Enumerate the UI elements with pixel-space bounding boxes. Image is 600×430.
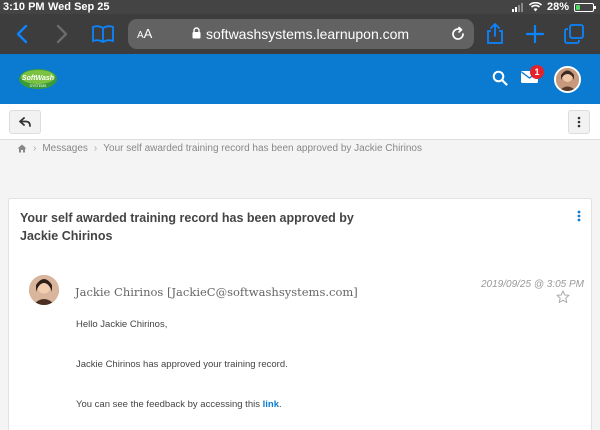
home-icon[interactable] (17, 144, 27, 153)
address-bar[interactable]: AA softwashsystems.learnupon.com (128, 19, 474, 49)
text-size-button[interactable]: AA (137, 26, 152, 41)
breadcrumb-messages[interactable]: Messages (42, 143, 88, 154)
svg-text:SYSTEMS: SYSTEMS (30, 84, 47, 88)
new-tab-icon[interactable] (523, 22, 547, 46)
url-text: softwashsystems.learnupon.com (206, 26, 410, 42)
notification-badge: 1 (530, 65, 544, 79)
softwash-logo[interactable]: SoftWash SYSTEMS (18, 68, 58, 90)
feedback-link[interactable]: link (263, 399, 279, 410)
forward-arrow-icon[interactable] (50, 22, 74, 46)
message-title: Your self awarded training record has be… (20, 211, 354, 243)
message-timestamp: 2019/09/25 @ 3:05 PM (481, 279, 584, 290)
bookmarks-icon[interactable] (91, 22, 115, 46)
site-header: SoftWash SYSTEMS 1 (0, 54, 600, 104)
message-card: Your self awarded training record has be… (8, 198, 592, 430)
cellular-icon (511, 2, 523, 12)
message-options-icon[interactable] (577, 210, 581, 222)
reload-icon[interactable] (450, 26, 466, 42)
message-line-2-text: You can see the feedback by accessing th… (76, 399, 263, 410)
battery-percent: 28% (546, 1, 569, 13)
search-icon[interactable] (492, 70, 508, 86)
back-button[interactable] (9, 110, 41, 134)
breadcrumb-current: Your self awarded training record has be… (103, 143, 422, 154)
lock-icon (192, 27, 201, 39)
status-time: 3:10 PM (3, 1, 45, 13)
wifi-icon (528, 2, 542, 12)
svg-text:SoftWash: SoftWash (22, 75, 54, 82)
reply-arrow-icon (19, 117, 31, 127)
status-bar: 3:10 PM Wed Sep 25 28% (0, 0, 600, 14)
more-options-button[interactable] (568, 110, 590, 134)
breadcrumb: › Messages › Your self awarded training … (17, 143, 422, 154)
star-icon[interactable] (556, 290, 570, 304)
kebab-icon (577, 116, 581, 128)
status-right: 28% (511, 1, 596, 13)
breadcrumb-separator: › (93, 143, 98, 154)
tabs-icon[interactable] (562, 22, 586, 46)
browser-toolbar: AA softwashsystems.learnupon.com (0, 14, 600, 54)
sender-name: Jackie Chirinos [JackieC@softwashsystems… (75, 285, 358, 299)
message-line-2-end: . (278, 399, 282, 410)
share-icon[interactable] (483, 22, 507, 46)
message-greeting: Hello Jackie Chirinos, (76, 319, 168, 330)
message-line-2: You can see the feedback by accessing th… (76, 399, 282, 410)
breadcrumb-separator: › (33, 143, 37, 154)
status-date: Wed Sep 25 (48, 1, 110, 13)
action-bar (0, 104, 600, 140)
user-avatar[interactable] (554, 66, 581, 93)
back-arrow-icon[interactable] (10, 22, 34, 46)
message-line-1: Jackie Chirinos has approved your traini… (76, 359, 288, 370)
sender-avatar (29, 275, 59, 305)
battery-icon (574, 2, 596, 12)
